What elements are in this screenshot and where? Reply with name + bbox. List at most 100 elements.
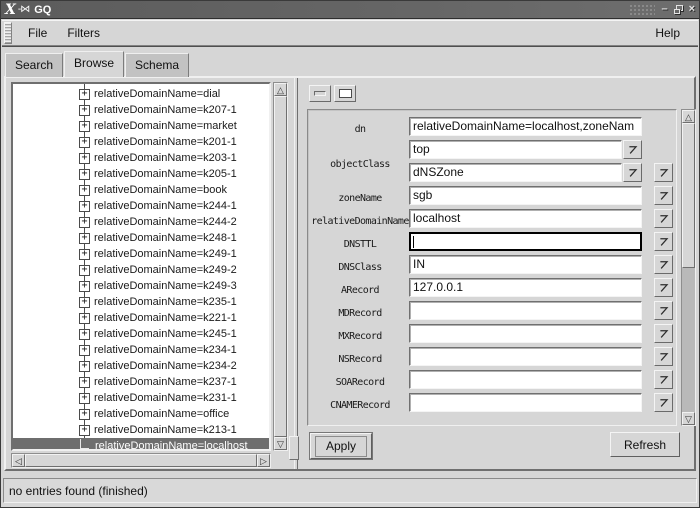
tree-row[interactable]: +relativeDomainName=k234-2 [13,358,269,374]
tab-browse[interactable]: Browse [64,51,124,77]
tree-expander-plus-icon[interactable]: + [79,425,90,436]
value-option-button[interactable] [623,163,642,182]
tree-row[interactable]: +relativeDomainName=office [13,406,269,422]
tree-expander-plus-icon[interactable]: + [79,185,90,196]
tree-row[interactable]: +relativeDomainName=k237-1 [13,374,269,390]
tree-row[interactable]: +relativeDomainName=k249-2 [13,262,269,278]
tree-horizontal-scrollbar[interactable]: ◁ ▷ [11,453,271,468]
close-icon[interactable]: × [689,4,695,15]
tree-expander-plus-icon[interactable]: + [79,137,90,148]
tree-row[interactable]: +relativeDomainName=k213-1 [13,422,269,438]
tree-expander-plus-icon[interactable]: + [79,153,90,164]
attribute-value-input[interactable] [409,347,642,366]
attribute-value-input[interactable]: 127.0.0.1 [409,278,642,297]
tree-expander-plus-icon[interactable]: + [79,393,90,404]
tree-row[interactable]: +relativeDomainName=k201-1 [13,134,269,150]
add-value-button[interactable] [654,370,673,389]
tree-expander-plus-icon[interactable]: + [79,377,90,388]
collapse-entry-button[interactable] [309,85,331,102]
add-value-button[interactable] [654,393,673,412]
menu-help[interactable]: Help [645,23,690,43]
add-value-button[interactable] [654,347,673,366]
tree-row[interactable]: +relativeDomainName=k244-2 [13,214,269,230]
tree-row[interactable]: +relativeDomainName=k221-1 [13,310,269,326]
tab-schema[interactable]: Schema [125,53,189,77]
attribute-value-input[interactable]: IN [409,255,642,274]
tree-row[interactable]: +relativeDomainName=k248-1 [13,230,269,246]
tree-row[interactable]: +relativeDomainName=k235-1 [13,294,269,310]
tree-row[interactable]: relativeDomainName=localhost [13,438,269,451]
tree-row[interactable]: +relativeDomainName=market [13,118,269,134]
tree-expander-plus-icon[interactable]: + [79,105,90,116]
tree-row[interactable]: +relativeDomainName=k203-1 [13,150,269,166]
title-bar[interactable]: X -⋈ GQ – × [1,1,699,19]
paned-resize-handle[interactable] [289,436,299,460]
attribute-value-input[interactable] [409,232,642,251]
apply-button[interactable]: Apply [310,433,372,459]
tree-expander-plus-icon[interactable]: + [79,233,90,244]
tree-expander-plus-icon[interactable]: + [79,313,90,324]
value-option-button[interactable] [623,140,642,159]
restore-icon[interactable] [674,5,683,14]
tree-row[interactable]: +relativeDomainName=k234-1 [13,342,269,358]
attribute-value-input[interactable] [409,393,642,412]
tree-expander-plus-icon[interactable]: + [79,265,90,276]
add-value-button[interactable] [654,232,673,251]
scroll-down-icon[interactable]: ▽ [682,412,695,425]
add-value-button[interactable] [654,255,673,274]
tree-row[interactable]: +relativeDomainName=book [13,182,269,198]
tree-row[interactable]: +relativeDomainName=k207-1 [13,102,269,118]
attribute-value-input[interactable]: relativeDomainName=localhost,zoneNam [409,117,642,136]
attribute-value-input[interactable]: sgb [409,186,642,205]
expand-entry-button[interactable] [334,85,356,102]
scroll-down-icon[interactable]: ▽ [274,437,287,450]
tree-expander-plus-icon[interactable]: + [79,345,90,356]
tree-expander-plus-icon[interactable]: + [79,281,90,292]
minimize-icon[interactable]: – [661,4,667,15]
attribute-value-input[interactable]: localhost [409,209,642,228]
tree-expander-plus-icon[interactable]: + [79,217,90,228]
scroll-up-icon[interactable]: △ [274,83,287,96]
tree-row[interactable]: +relativeDomainName=k244-1 [13,198,269,214]
tree-expander-plus-icon[interactable]: + [79,201,90,212]
refresh-button[interactable]: Refresh [610,432,680,457]
add-value-button[interactable] [654,209,673,228]
tree-view[interactable]: +relativeDomainName=dial+relativeDomainN… [11,82,271,451]
add-value-button[interactable] [654,324,673,343]
tree-expander-plus-icon[interactable]: + [79,169,90,180]
attribute-value-input[interactable] [409,324,642,343]
tree-row[interactable]: +relativeDomainName=k245-1 [13,326,269,342]
tree-expander-plus-icon[interactable]: + [79,89,90,100]
scroll-left-icon[interactable]: ◁ [12,454,25,467]
add-value-button[interactable] [654,163,673,182]
tree-row[interactable]: +relativeDomainName=dial [13,86,269,102]
tree-expander-plus-icon[interactable]: + [79,329,90,340]
add-value-button[interactable] [654,278,673,297]
tree-expander-plus-icon[interactable]: + [79,361,90,372]
scrollbar-thumb[interactable] [682,123,695,268]
attribute-value-input[interactable] [409,301,642,320]
scrollbar-thumb[interactable] [274,96,287,437]
scrollbar-thumb[interactable] [25,454,257,467]
tree-expander-plus-icon[interactable]: + [79,121,90,132]
scroll-up-icon[interactable]: △ [682,110,695,123]
tree-row[interactable]: +relativeDomainName=k205-1 [13,166,269,182]
menubar-grip-handle[interactable] [4,22,12,44]
tree-row[interactable]: +relativeDomainName=k249-1 [13,246,269,262]
scroll-right-icon[interactable]: ▷ [257,454,270,467]
attribute-value-input[interactable]: top [409,140,622,159]
attribute-value-input[interactable] [409,370,642,389]
add-value-button[interactable] [654,301,673,320]
tree-vertical-scrollbar[interactable]: △ ▽ [273,82,288,451]
tree-row[interactable]: +relativeDomainName=k231-1 [13,390,269,406]
form-vertical-scrollbar[interactable]: △ ▽ [681,109,696,426]
tree-expander-plus-icon[interactable]: + [79,409,90,420]
menu-filters[interactable]: Filters [57,23,110,43]
tree-expander-plus-icon[interactable]: + [79,297,90,308]
tab-search[interactable]: Search [5,53,63,77]
tree-expander-plus-icon[interactable]: + [79,249,90,260]
attribute-value-input[interactable]: dNSZone [409,163,622,182]
tree-row[interactable]: +relativeDomainName=k249-3 [13,278,269,294]
menu-file[interactable]: File [18,23,57,43]
add-value-button[interactable] [654,186,673,205]
